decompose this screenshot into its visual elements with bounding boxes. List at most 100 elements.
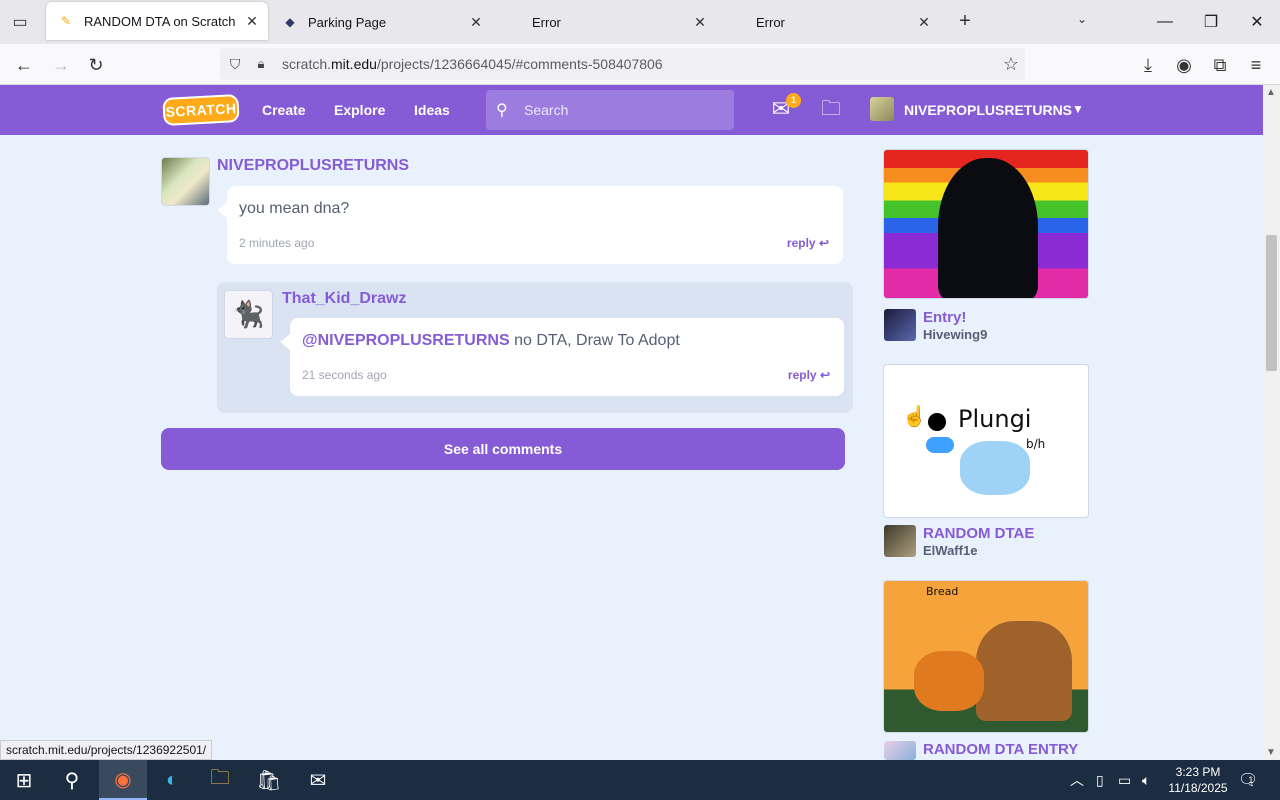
tab-title: Parking Page xyxy=(308,14,387,30)
notification-count: 1 xyxy=(1248,775,1254,785)
tracking-shield-icon[interactable]: ⛉ xyxy=(226,56,244,73)
blank-favicon-icon xyxy=(730,14,746,30)
volume-muted-icon[interactable]: 🔈︎ xyxy=(1142,760,1150,800)
comment-avatar[interactable] xyxy=(161,157,210,206)
mention-link[interactable]: @NIVEPROPLUSRETURNS xyxy=(302,332,510,349)
tab-random-dta[interactable]: ✎ RANDOM DTA on Scratch ✕ xyxy=(46,2,268,40)
taskbar-clock[interactable]: 3:23 PM 11/18/2025 xyxy=(1160,764,1236,796)
mail-taskbar-icon[interactable]: ✉ xyxy=(294,760,342,800)
page-scrollbar[interactable]: ▲ ▼ xyxy=(1263,85,1280,760)
comment-username[interactable]: That_Kid_Drawz xyxy=(282,290,406,308)
scratch-favicon-icon: ✎ xyxy=(60,14,72,28)
bookmark-star-icon[interactable]: ☆ xyxy=(1003,54,1019,75)
project-title[interactable]: RANDOM DTA ENTRY xyxy=(923,741,1078,758)
reload-icon[interactable]: ↻ xyxy=(83,52,109,78)
blue-blob-drawing xyxy=(926,437,954,453)
lock-icon[interactable]: 🔒︎ xyxy=(252,56,270,72)
hand-cursor-icon: ☝ xyxy=(902,406,927,428)
tab-title: Error xyxy=(756,14,785,30)
project-thumbnail[interactable]: Plungi b/h xyxy=(883,364,1089,518)
address-bar[interactable]: ⛉ 🔒︎ scratch.mit.edu/projects/1236664045… xyxy=(220,48,1025,80)
project-title[interactable]: RANDOM DTAE xyxy=(923,525,1034,542)
scratch-logo[interactable]: SCRATCH xyxy=(162,94,240,126)
project-author[interactable]: Hivewing9 xyxy=(923,327,987,342)
scroll-up-arrow-icon[interactable]: ▲ xyxy=(1266,87,1276,98)
account-dropdown-chevron-icon[interactable]: ▼ xyxy=(1070,102,1086,118)
blank-favicon-icon xyxy=(506,14,522,30)
search-box[interactable]: ⚲ xyxy=(486,90,734,130)
project-title[interactable]: Entry! xyxy=(923,309,966,326)
close-tab-icon[interactable]: ✕ xyxy=(242,11,262,31)
firefox-taskbar-icon[interactable]: ◉ xyxy=(99,760,147,800)
network-icon[interactable]: ▭ xyxy=(1118,760,1131,800)
list-all-tabs-chevron-icon[interactable]: ⌄ xyxy=(1072,12,1092,32)
minimize-icon[interactable]: — xyxy=(1150,8,1180,36)
tab-parking-page[interactable]: ◆ Parking Page ✕ xyxy=(270,0,492,44)
reply-label: reply xyxy=(787,368,817,382)
black-cat-drawing xyxy=(938,158,1038,298)
comment-text: you mean dna? xyxy=(239,200,350,217)
brown-cat-drawing xyxy=(976,621,1072,721)
tab-error-1[interactable]: Error ✕ xyxy=(494,0,716,44)
close-tab-icon[interactable]: ✕ xyxy=(690,12,710,32)
close-window-icon[interactable]: ✕ xyxy=(1242,8,1272,36)
close-tab-icon[interactable]: ✕ xyxy=(914,12,934,32)
comment-username[interactable]: NIVEPROPLUSRETURNS xyxy=(217,157,409,175)
reply-arrow-icon: ↩ xyxy=(818,236,829,250)
link-status-url: scratch.mit.edu/projects/1236922501/ xyxy=(0,740,213,760)
reply-arrow-icon: ↩ xyxy=(819,368,830,382)
tab-error-2[interactable]: Error ✕ xyxy=(718,0,940,44)
comment-time: 21 seconds ago xyxy=(302,368,387,382)
new-tab-plus-icon[interactable]: + xyxy=(954,11,976,33)
project-author-avatar[interactable] xyxy=(884,525,916,557)
nav-create[interactable]: Create xyxy=(262,85,306,135)
nav-ideas[interactable]: Ideas xyxy=(414,85,450,135)
comment-bubble: you mean dna? 2 minutes ago reply ↩ xyxy=(217,186,843,264)
cat-avatar-icon: 🐈‍⬛ xyxy=(232,299,265,329)
scrollbar-thumb[interactable] xyxy=(1266,235,1277,371)
browser-tab-strip: ▭ ✎ RANDOM DTA on Scratch ✕ ◆ Parking Pa… xyxy=(0,0,1280,44)
tab-title: RANDOM DTA on Scratch xyxy=(84,13,236,29)
tray-device-icon[interactable]: ▯ xyxy=(1096,760,1104,800)
forward-arrow-icon[interactable]: → xyxy=(48,52,74,78)
store-taskbar-icon[interactable]: 🛍︎ xyxy=(245,760,293,800)
scroll-down-arrow-icon[interactable]: ▼ xyxy=(1266,747,1276,758)
restore-icon[interactable]: ❐ xyxy=(1196,8,1226,36)
dot-drawing xyxy=(928,413,946,431)
url-text[interactable]: scratch.mit.edu/projects/1236664045/#com… xyxy=(282,56,663,72)
edge-taskbar-icon[interactable]: ◐ xyxy=(148,760,196,800)
account-icon[interactable]: ◉ xyxy=(1171,52,1197,78)
clock-time: 3:23 PM xyxy=(1175,765,1221,779)
comment-avatar[interactable]: 🐈‍⬛ xyxy=(224,290,273,339)
menu-hamburger-icon[interactable]: ≡ xyxy=(1243,52,1269,78)
orange-cat-drawing xyxy=(914,651,984,711)
notification-center-icon[interactable]: 🗨︎ 1 xyxy=(1238,760,1258,800)
project-author-avatar[interactable] xyxy=(884,309,916,341)
blue-creature-drawing xyxy=(960,441,1030,495)
nav-explore[interactable]: Explore xyxy=(334,85,385,135)
reply-button[interactable]: reply ↩ xyxy=(787,236,829,250)
downloads-icon[interactable]: ⤓ xyxy=(1135,52,1161,78)
comment-text: @NIVEPROPLUSRETURNS no DTA, Draw To Adop… xyxy=(302,332,680,350)
close-tab-icon[interactable]: ✕ xyxy=(466,12,486,32)
windows-start-icon[interactable]: ⊞ xyxy=(0,760,48,800)
extensions-icon[interactable]: ⧉ xyxy=(1207,52,1233,78)
project-author-avatar[interactable] xyxy=(884,741,916,760)
project-thumbnail[interactable]: Bread xyxy=(883,580,1089,733)
message-count-badge: 1 xyxy=(786,93,801,108)
project-author[interactable]: ElWaff1e xyxy=(923,543,977,558)
username-label[interactable]: NIVEPROPLUSRETURNS xyxy=(904,85,1072,135)
diamond-favicon-icon: ◆ xyxy=(285,15,295,29)
reply-button[interactable]: reply ↩ xyxy=(788,368,830,382)
my-stuff-folder-icon[interactable]: 🗀 xyxy=(818,98,844,122)
tab-overview-icon[interactable]: ▭ xyxy=(8,10,32,34)
tray-chevron-icon[interactable]: ︿ xyxy=(1070,760,1084,800)
see-all-comments-button[interactable]: See all comments xyxy=(161,428,845,470)
search-icon[interactable]: ⚲ xyxy=(48,760,96,800)
scratch-header: SCRATCH Create Explore Ideas ⚲ ✉ 1 🗀 NIV… xyxy=(0,85,1263,135)
back-arrow-icon[interactable]: ← xyxy=(11,52,37,78)
user-avatar[interactable] xyxy=(870,97,894,121)
search-input[interactable] xyxy=(524,102,724,118)
file-explorer-taskbar-icon[interactable]: 🗀 xyxy=(196,760,244,800)
project-thumbnail[interactable] xyxy=(883,149,1089,299)
